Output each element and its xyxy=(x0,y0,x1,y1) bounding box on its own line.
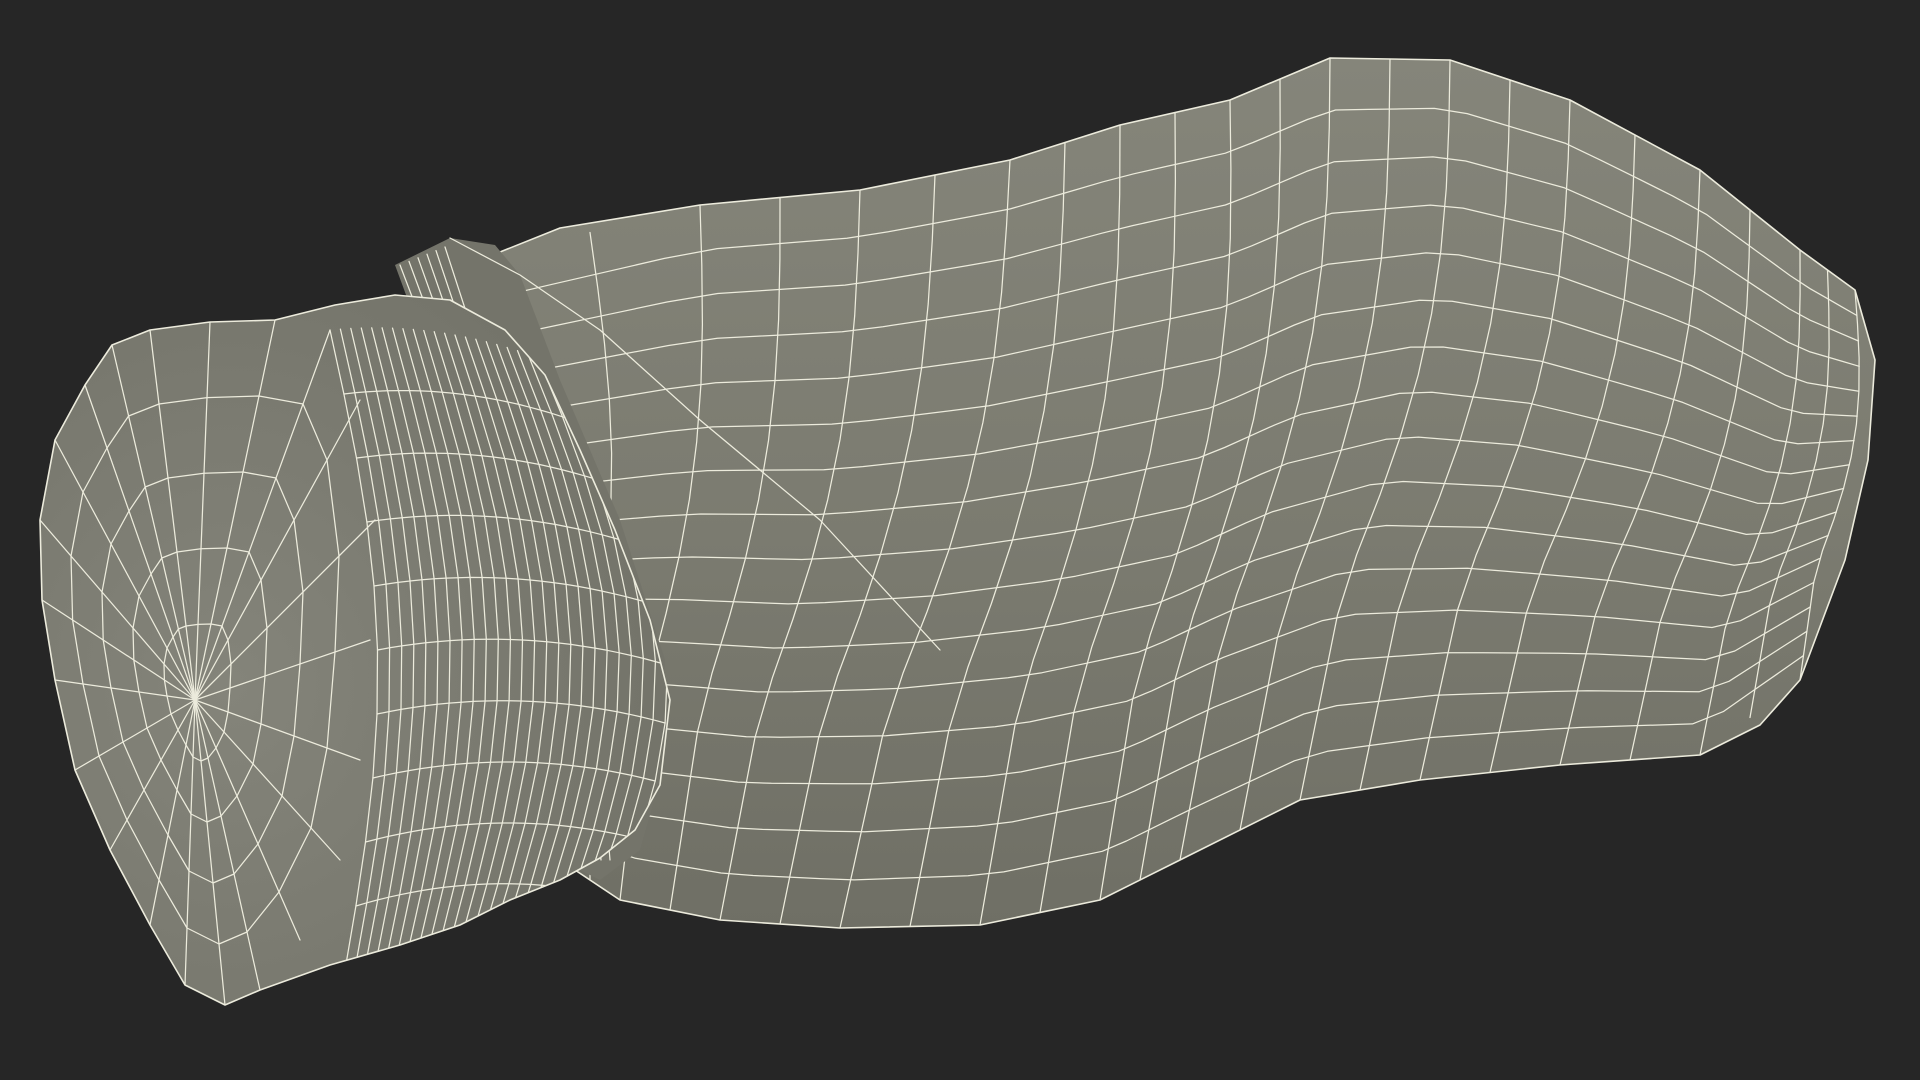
3d-viewport[interactable] xyxy=(0,0,1920,1080)
mesh-body xyxy=(480,58,1875,928)
mesh-render xyxy=(39,57,1876,1006)
